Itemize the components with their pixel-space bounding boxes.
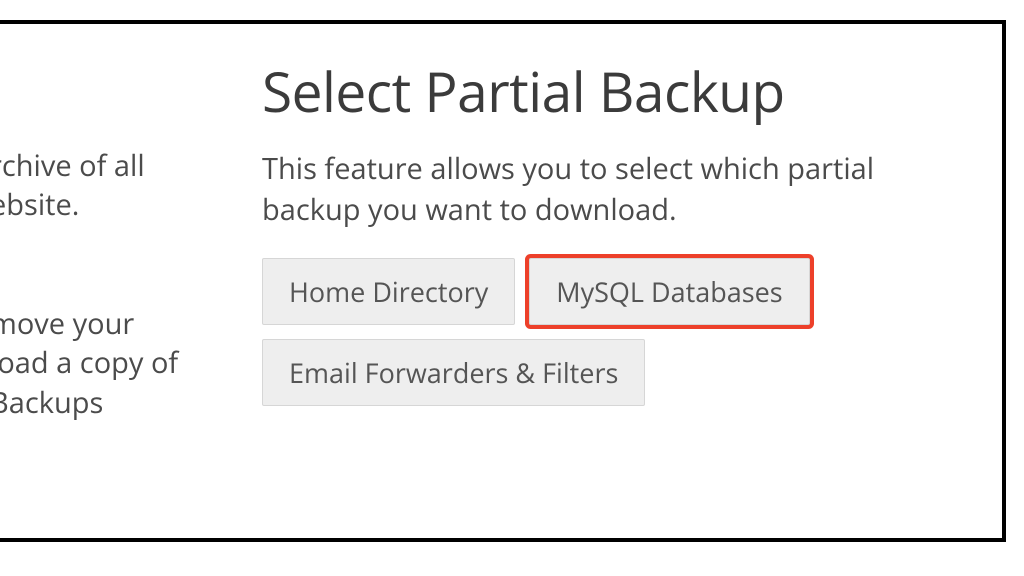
text-fragment: rchive of all (0, 146, 145, 185)
text-fragment: load a copy of (0, 343, 178, 382)
mysql-databases-button[interactable]: MySQL Databases (529, 258, 809, 325)
text-fragment: Backups (0, 383, 103, 422)
left-paragraph-1: rchive of all ebsite. (0, 146, 180, 224)
left-paragraph-2: move your load a copy of Backups (0, 304, 180, 421)
email-forwarders-filters-button[interactable]: Email Forwarders & Filters (262, 339, 645, 406)
text-fragment: ebsite. (0, 185, 79, 224)
content-frame: rchive of all ebsite. move your load a c… (0, 20, 1006, 542)
text-fragment: move your (0, 304, 134, 343)
partial-backup-button-row: Home Directory MySQL Databases Email For… (262, 258, 952, 406)
section-heading: Select Partial Backup (262, 60, 952, 123)
partial-backup-section: Select Partial Backup This feature allow… (262, 60, 952, 406)
left-truncated-column: rchive of all ebsite. move your load a c… (0, 146, 180, 502)
home-directory-button[interactable]: Home Directory (262, 258, 515, 325)
section-description: This feature allows you to select which … (262, 149, 952, 230)
